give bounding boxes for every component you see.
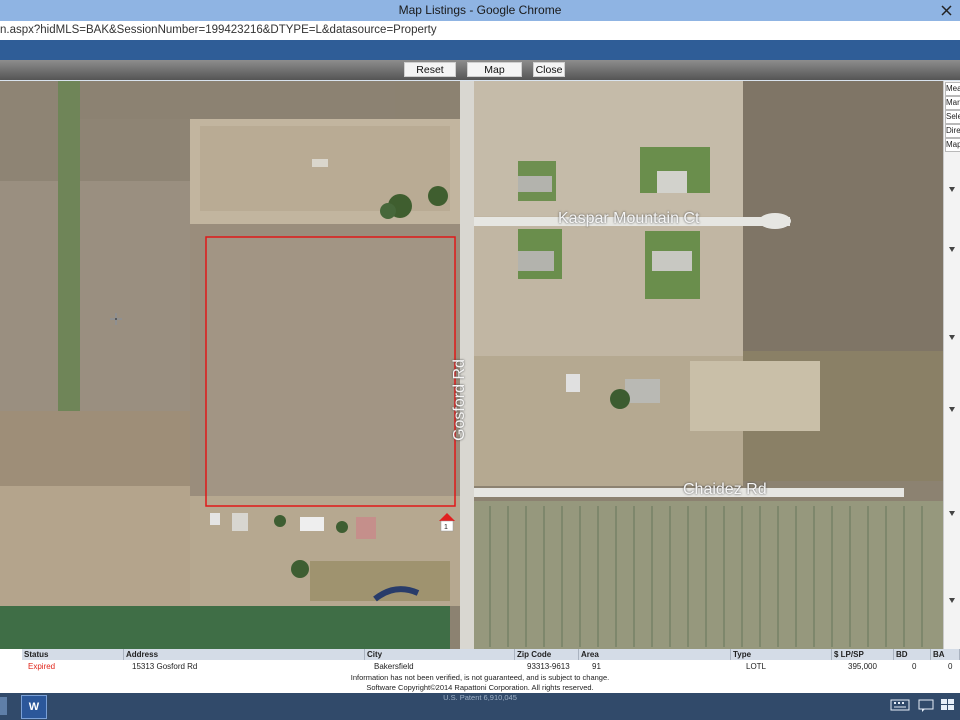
copyright-text: Software Copyright©2014 Rapattoni Corpor… <box>366 683 594 692</box>
expand-arrow-icon[interactable] <box>949 247 955 252</box>
mark-button[interactable]: Mar <box>945 96 960 110</box>
header-area[interactable]: Area <box>579 649 731 660</box>
cell-area: 91 <box>592 662 601 671</box>
marker-number: 1 <box>444 524 448 531</box>
chat-icon[interactable] <box>916 698 936 712</box>
expand-arrow-icon[interactable] <box>949 598 955 603</box>
header-city[interactable]: City <box>365 649 515 660</box>
cell-status: Expired <box>28 662 56 671</box>
keyboard-icon[interactable] <box>890 698 910 712</box>
header-price[interactable]: $ LP/SP <box>832 649 894 660</box>
map-report-button[interactable]: Map Report <box>467 62 522 91</box>
cell-city: Bakersfield <box>374 662 414 671</box>
close-window-icon[interactable] <box>940 0 954 21</box>
expand-arrow-icon[interactable] <box>949 407 955 412</box>
cell-price: 395,000 <box>848 662 877 671</box>
header-zip[interactable]: Zip Code <box>515 649 579 660</box>
map-toolbar: Reset Map Map Report Close <box>0 60 960 91</box>
directions-button[interactable]: Dire <box>945 124 960 138</box>
label-chaidez-rd: Chaidez Rd <box>683 481 767 498</box>
label-gosford-rd: Gosford Rd <box>450 359 468 441</box>
close-button[interactable]: Close <box>533 62 565 77</box>
map-side-panel: Mea Mar Sele Dire Map <box>943 81 960 649</box>
cell-type: LOTL <box>746 662 767 671</box>
header-status[interactable]: Status <box>22 649 124 660</box>
expand-arrow-icon[interactable] <box>949 187 955 192</box>
cell-address: 15313 Gosford Rd <box>132 662 198 671</box>
header-address[interactable]: Address <box>124 649 365 660</box>
disclaimer-text: Information has not been verified, is no… <box>350 673 610 682</box>
expand-arrow-icon[interactable] <box>949 335 955 340</box>
address-bar[interactable]: n.aspx?hidMLS=BAK&SessionNumber=19942321… <box>0 21 960 41</box>
aerial-map <box>0 81 943 649</box>
reset-map-button[interactable]: Reset Map <box>404 62 456 91</box>
window-title: Map Listings - Google Chrome <box>398 3 562 17</box>
header-band <box>0 40 960 60</box>
label-kaspar-mountain-ct: Kaspar Mountain Ct <box>558 210 700 227</box>
header-bd[interactable]: BD <box>894 649 931 660</box>
cell-zip: 93313-9613 <box>527 662 570 671</box>
measure-button[interactable]: Mea <box>945 82 960 96</box>
cell-bd: 0 <box>912 662 917 671</box>
patent-text: U.S. Patent 6,910,045 <box>443 693 517 702</box>
taskbar: U.S. Patent 6,910,045 <box>0 693 960 720</box>
listing-table: Status Address City Zip Code Area Type $… <box>0 649 960 693</box>
address-url: n.aspx?hidMLS=BAK&SessionNumber=19942321… <box>0 24 437 36</box>
window-titlebar: Map Listings - Google Chrome <box>0 0 960 21</box>
start-button[interactable] <box>0 697 7 715</box>
header-type[interactable]: Type <box>731 649 832 660</box>
select-button[interactable]: Sele <box>945 110 960 124</box>
expand-arrow-icon[interactable] <box>949 511 955 516</box>
header-ba[interactable]: BA <box>931 649 960 660</box>
map-type-button[interactable]: Map <box>945 138 960 152</box>
windows-logo-icon[interactable] <box>938 698 958 712</box>
cell-ba: 0 <box>948 662 953 671</box>
map-view[interactable]: Kaspar Mountain Ct Gosford Rd Chaidez Rd… <box>0 81 943 649</box>
word-app-button[interactable]: W <box>21 695 47 719</box>
